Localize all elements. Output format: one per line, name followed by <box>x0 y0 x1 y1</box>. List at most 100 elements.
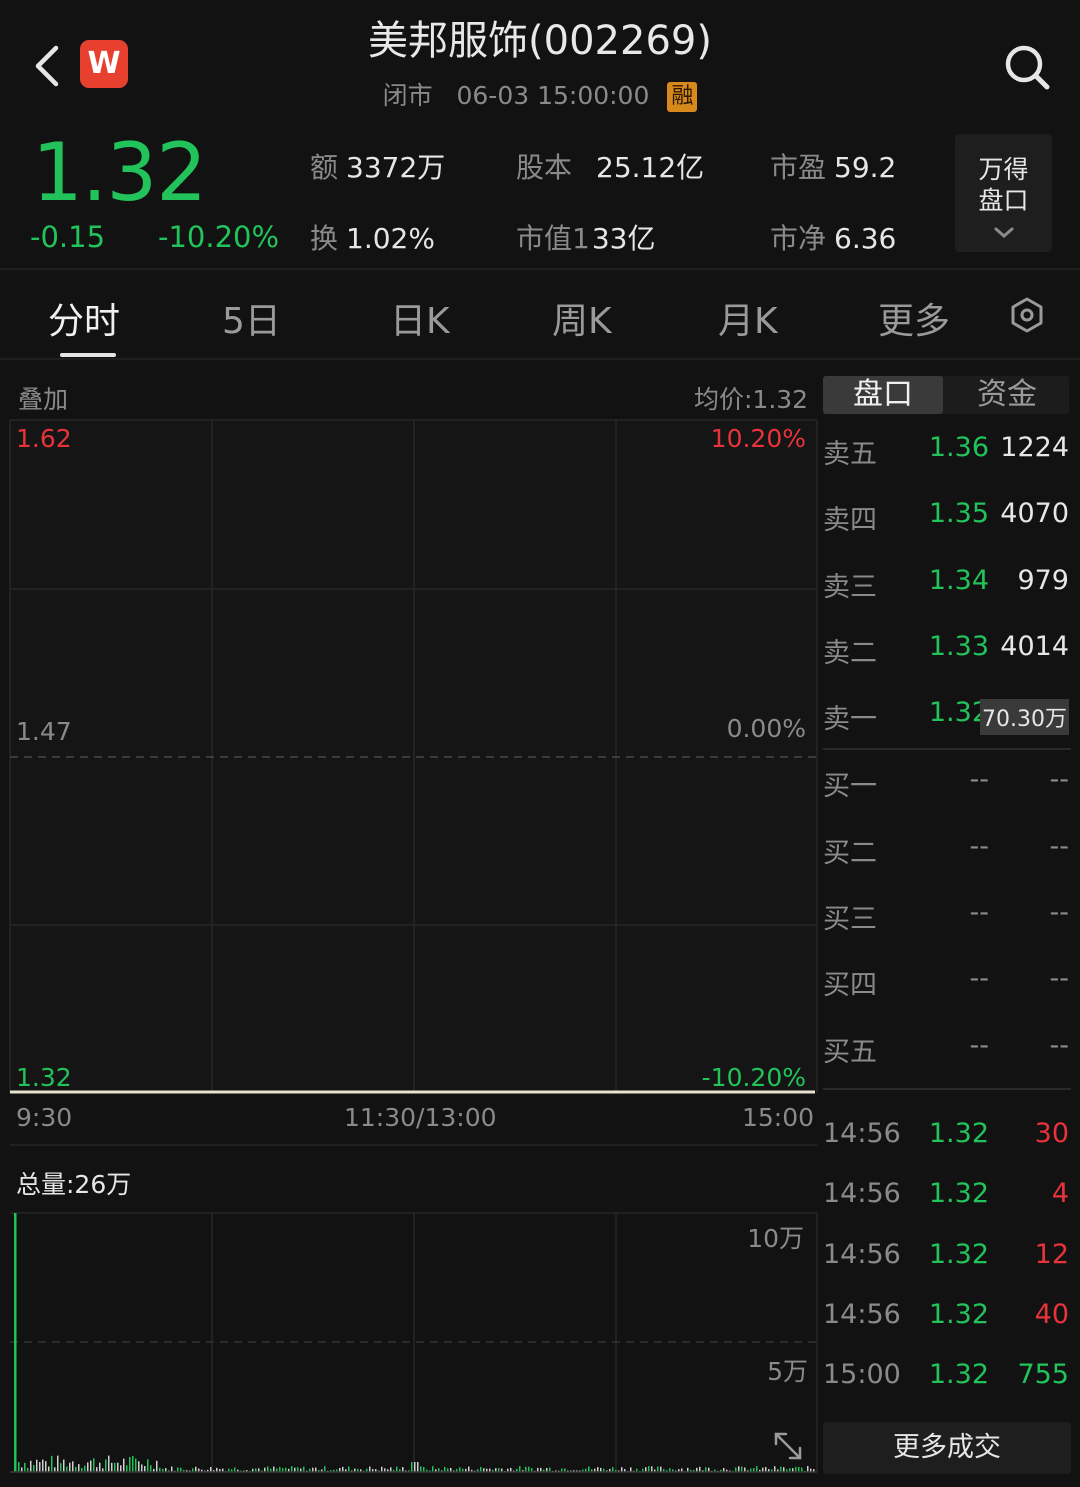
volume-bar <box>150 1465 152 1472</box>
tab-more[interactable]: 更多 <box>878 292 950 344</box>
y-axis-bottom-label: 1.32 <box>16 1063 72 1092</box>
volume-bar <box>525 1466 527 1472</box>
bid-row: 买二 -- -- <box>823 831 1071 871</box>
volume-bar <box>123 1458 125 1472</box>
trade-time: 14:56 <box>823 1299 901 1330</box>
wande-label-line1: 万得 <box>978 155 1029 184</box>
settings-icon <box>1011 297 1043 333</box>
bid-volume: -- <box>1049 1030 1070 1061</box>
expand-icon <box>774 1432 802 1460</box>
expand-chart-button[interactable] <box>770 1428 806 1464</box>
y-axis-mid-label: 1.47 <box>16 717 72 746</box>
stat-share-capital: 股本 25.12亿 <box>516 146 704 186</box>
bid-level: 买一 <box>823 771 877 802</box>
x-axis-label-open: 9:30 <box>16 1103 73 1132</box>
last-price: 1.32 <box>32 126 207 219</box>
volume-bar <box>135 1458 137 1472</box>
stat-market-cap: 市值133亿 <box>516 217 655 257</box>
volume-bar <box>273 1466 275 1472</box>
volume-grid <box>10 1212 818 1472</box>
chart-settings-button[interactable] <box>1008 296 1046 334</box>
volume-bar <box>774 1466 776 1472</box>
tab-capital-flow[interactable]: 资金 <box>945 376 1069 414</box>
margin-badge: 融 <box>667 82 698 112</box>
volume-bar <box>105 1459 107 1472</box>
stat-label: 市盈 <box>770 151 827 184</box>
stat-label: 市值1 <box>516 222 590 255</box>
tab-intraday[interactable]: 分时 <box>48 292 120 344</box>
bid-volume: -- <box>1049 897 1070 928</box>
search-button[interactable] <box>1000 40 1054 94</box>
volume-bar <box>444 1466 446 1472</box>
x-axis-label-midday: 11:30/13:00 <box>344 1103 497 1132</box>
volume-bar <box>45 1461 47 1472</box>
search-icon <box>1005 45 1050 90</box>
tab-daily-k[interactable]: 日K <box>390 292 450 344</box>
volume-bar <box>99 1462 101 1472</box>
stat-value: 1.02% <box>346 222 435 255</box>
tab-monthly-k[interactable]: 月K <box>718 292 778 344</box>
trade-row: 14:56 1.32 4 <box>823 1178 1071 1218</box>
volume-bar <box>660 1466 662 1472</box>
volume-bar <box>33 1465 35 1472</box>
volume-bar <box>111 1462 113 1472</box>
ask-level: 卖五 <box>823 439 877 470</box>
stat-pb-ratio: 市净 6.36 <box>770 217 896 257</box>
volume-bar <box>63 1459 65 1472</box>
ask-level: 卖三 <box>823 572 877 603</box>
trade-volume: 12 <box>1034 1239 1069 1270</box>
volume-bar <box>651 1466 653 1472</box>
volume-bar <box>30 1460 32 1472</box>
ask-price: 1.33 <box>928 631 989 662</box>
chevron-down-icon <box>994 227 1013 238</box>
volume-bar <box>369 1466 371 1472</box>
stat-label: 市净 <box>770 222 827 255</box>
stat-value: 3372万 <box>346 151 446 184</box>
volume-bar <box>699 1466 701 1472</box>
tab-weekly-k[interactable]: 周K <box>552 292 612 344</box>
volume-bar <box>756 1466 758 1472</box>
ask-volume: 1224 <box>1000 432 1069 463</box>
trade-row: 15:00 1.32 755 <box>823 1359 1071 1399</box>
bid-volume: -- <box>1049 764 1070 795</box>
volume-bar <box>807 1466 809 1472</box>
stat-label: 股本 <box>516 151 573 184</box>
ask-row: 卖五 1.36 1224 <box>823 432 1071 472</box>
volume-bar <box>420 1466 422 1472</box>
volume-bar <box>396 1466 398 1472</box>
trade-volume: 755 <box>1017 1359 1069 1390</box>
more-trades-button[interactable]: 更多成交 <box>823 1422 1071 1474</box>
volume-bar <box>303 1466 305 1472</box>
bid-row: 买五 -- -- <box>823 1030 1071 1070</box>
bid-price: -- <box>969 831 990 862</box>
volume-bar <box>42 1459 44 1472</box>
volume-bar <box>132 1456 134 1472</box>
volume-bar <box>657 1466 659 1472</box>
trade-time: 15:00 <box>823 1359 901 1390</box>
volume-bar <box>648 1466 650 1472</box>
volume-bar <box>36 1459 38 1472</box>
volume-bar <box>57 1455 59 1472</box>
volume-bar <box>39 1462 41 1472</box>
tab-5day[interactable]: 5日 <box>222 292 281 344</box>
volume-bars <box>18 1455 815 1472</box>
trade-time: 14:56 <box>823 1239 901 1270</box>
ask-level: 卖一 <box>823 704 877 735</box>
ask-row: 卖三 1.34 979 <box>823 565 1071 605</box>
volume-bar <box>117 1462 119 1472</box>
trade-price: 1.32 <box>928 1118 989 1149</box>
volume-bar <box>795 1466 797 1472</box>
volume-bar <box>87 1462 89 1472</box>
wande-orderbook-button[interactable]: 万得 盘口 <box>955 134 1052 252</box>
volume-bar <box>126 1465 128 1472</box>
bid-row: 买四 -- -- <box>823 963 1071 1003</box>
volume-bar <box>69 1462 71 1472</box>
volume-bar <box>432 1466 434 1472</box>
tab-orderbook[interactable]: 盘口 <box>823 376 943 414</box>
market-status: 闭市 <box>382 81 433 110</box>
orderbook-divider <box>823 1088 1071 1090</box>
volume-bar <box>468 1466 470 1472</box>
volume-bar <box>780 1466 782 1472</box>
overlay-button[interactable]: 叠加 <box>18 380 68 416</box>
trade-volume: 40 <box>1034 1299 1069 1330</box>
